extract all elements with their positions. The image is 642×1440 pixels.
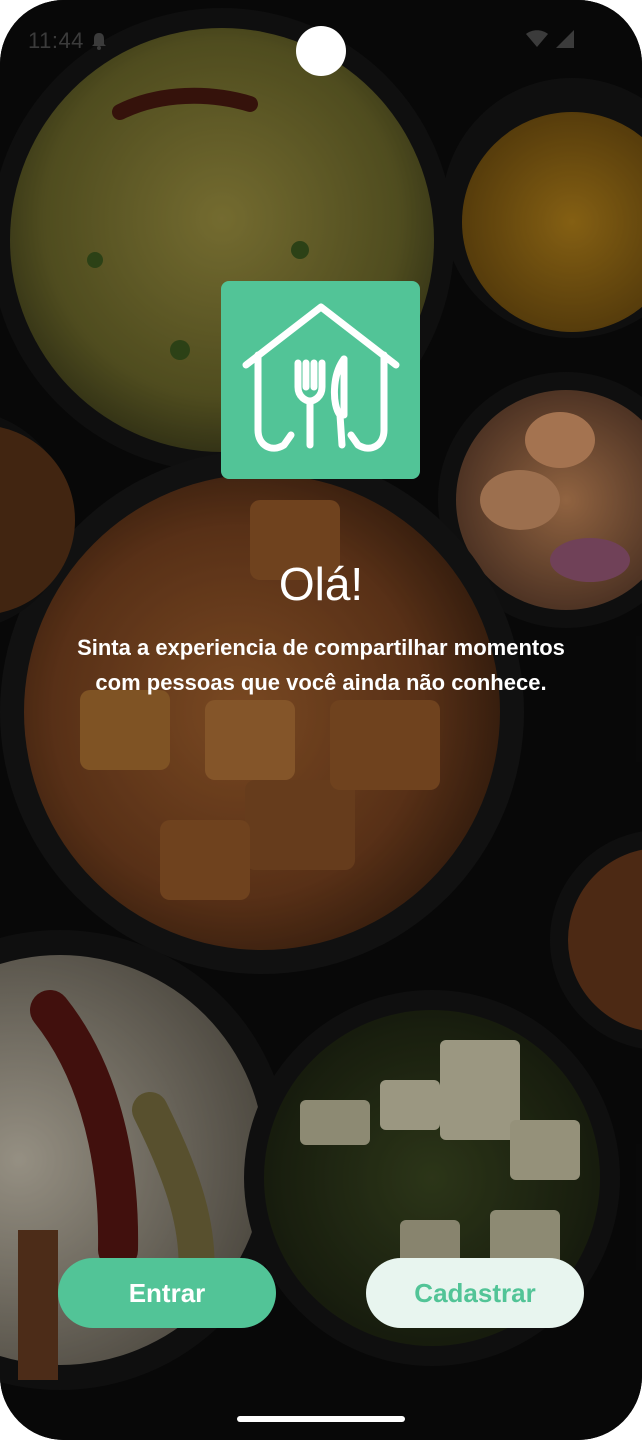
welcome-title: Olá! bbox=[278, 558, 364, 610]
bell-icon bbox=[90, 31, 108, 56]
home-indicator[interactable] bbox=[237, 1416, 405, 1422]
login-button[interactable]: Entrar bbox=[58, 1258, 276, 1328]
background-overlay bbox=[0, 0, 642, 1440]
camera-cutout bbox=[296, 26, 346, 76]
house-fork-knife-icon bbox=[242, 303, 399, 452]
app-logo bbox=[221, 281, 420, 479]
signup-button[interactable]: Cadastrar bbox=[366, 1258, 584, 1328]
welcome-subtitle: Sinta a experiencia de compartilhar mome… bbox=[77, 635, 565, 695]
signal-icon bbox=[556, 30, 574, 48]
status-time: 11:44 bbox=[28, 28, 84, 53]
wifi-icon bbox=[525, 30, 548, 47]
app-screen: 11:44 Olá! Sinta a experiencia de compar… bbox=[0, 0, 642, 1440]
status-icons bbox=[525, 30, 574, 53]
